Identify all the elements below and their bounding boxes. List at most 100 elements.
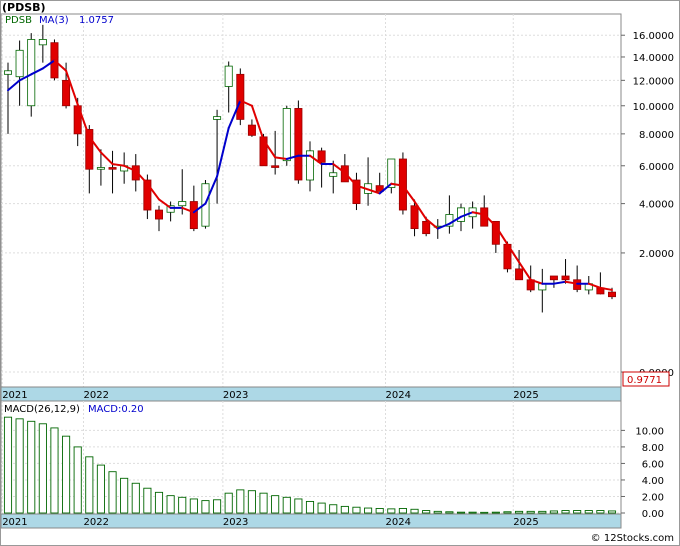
price-tick-label: 14.0000	[633, 53, 674, 64]
macd-bar	[3, 416, 13, 514]
x-tick-label: 2021	[2, 390, 27, 401]
macd-bar	[178, 496, 187, 514]
macd-bar	[15, 418, 24, 514]
macd-bar	[468, 511, 477, 514]
price-tick-label: 8.0000	[639, 130, 674, 141]
macd-plot-area	[0, 400, 622, 515]
x-tick-label: 2025	[513, 390, 538, 401]
macd-bar	[143, 487, 152, 514]
macd-bar	[271, 495, 280, 514]
macd-bar	[515, 510, 524, 514]
price-tick-label: 16.0000	[633, 31, 674, 42]
macd-bar	[526, 510, 535, 514]
macd-bar	[85, 456, 94, 514]
macd-bar	[27, 420, 36, 514]
macd-bar	[584, 510, 593, 514]
candle-body	[549, 275, 558, 281]
macd-bar	[154, 491, 164, 514]
macd-bar	[73, 446, 82, 514]
macd-tick-label: 10.00	[635, 426, 664, 437]
x-tick-label: 2024	[386, 390, 411, 401]
macd-bar	[213, 499, 222, 514]
candle-body	[282, 108, 291, 162]
macd-bar	[247, 490, 256, 514]
macd-value-label: MACD:0.20	[88, 404, 144, 415]
macd-bar	[96, 464, 105, 514]
macd-bar	[503, 511, 512, 514]
macd-bar	[445, 511, 454, 514]
macd-bar	[329, 504, 338, 514]
watermark: © 12Stocks.com	[591, 533, 674, 544]
macd-label: MACD(26,12,9)	[4, 404, 80, 415]
macd-bar	[538, 510, 547, 514]
macd-bar	[282, 496, 291, 514]
macd-bar	[422, 510, 431, 514]
macd-bar	[375, 508, 384, 514]
price-tick-label: 12.0000	[633, 76, 674, 87]
candle-body	[154, 209, 164, 220]
macd-x-tick-label: 2023	[223, 517, 248, 528]
candle-body	[189, 201, 198, 230]
macd-bar	[549, 510, 558, 514]
last-price-label: 0.9771	[627, 375, 662, 386]
macd-bar	[120, 477, 129, 514]
macd-bar	[352, 506, 361, 514]
macd-bar	[573, 510, 582, 514]
price-tick-label: 6.0000	[639, 162, 674, 173]
macd-bar	[317, 502, 326, 514]
macd-tick-label: 6.00	[642, 459, 664, 470]
x-tick-label: 2023	[223, 390, 248, 401]
candle-body	[561, 275, 570, 281]
candle-body	[410, 205, 419, 230]
macd-bar	[38, 423, 47, 514]
legend-ma-label: MA(3)	[39, 15, 69, 26]
macd-tick-label: 8.00	[642, 443, 664, 454]
macd-bar	[131, 482, 140, 514]
macd-bar	[305, 500, 315, 514]
macd-x-tick-label: 2025	[513, 517, 538, 528]
candle-body	[108, 167, 117, 170]
macd-bar	[387, 508, 396, 514]
macd-panel: 10.008.006.004.002.000.00 MACD(26,12,9) …	[0, 400, 664, 520]
price-plot-area	[0, 13, 622, 388]
macd-x-tick-label: 2021	[2, 517, 27, 528]
macd-bar	[364, 507, 373, 514]
macd-bar	[340, 505, 349, 514]
macd-bar	[456, 511, 466, 514]
legend-symbol: PDSB	[5, 15, 32, 26]
macd-bar	[294, 498, 303, 514]
candle-body	[329, 172, 338, 177]
stock-chart: 16.0000 14.0000 12.0000 10.0000 8.0000 6.0000…	[0, 0, 680, 546]
candle-body	[317, 150, 326, 163]
macd-x-tick-label: 2022	[84, 517, 109, 528]
macd-tick-label: 4.00	[642, 476, 664, 487]
candle-body	[607, 291, 617, 298]
candle-body	[96, 167, 105, 170]
macd-bar	[236, 489, 245, 514]
candle-body	[3, 70, 13, 75]
chart-title: (PDSB)	[2, 1, 46, 14]
macd-x-tick-label: 2024	[386, 517, 411, 528]
macd-bar	[62, 435, 71, 514]
macd-bar	[561, 510, 570, 514]
candle-body	[271, 165, 280, 168]
candle-body	[62, 79, 71, 107]
macd-bar	[108, 471, 117, 514]
macd-bar	[491, 511, 500, 514]
macd-bar	[433, 510, 442, 514]
macd-bar	[480, 511, 489, 514]
candle-body	[515, 268, 524, 281]
macd-tick-label: 0.00	[642, 509, 664, 520]
candle-body	[236, 73, 245, 120]
macd-tick-label: 2.00	[642, 492, 664, 503]
candle-body	[422, 220, 431, 235]
x-tick-label: 2022	[84, 390, 109, 401]
candle-body	[178, 201, 187, 207]
candle-body	[38, 39, 47, 46]
macd-bar	[259, 492, 268, 514]
candle-body	[247, 124, 256, 136]
macd-bar	[201, 500, 210, 514]
macd-bar	[166, 495, 175, 514]
macd-bar	[50, 427, 59, 514]
candle-body	[294, 108, 303, 181]
